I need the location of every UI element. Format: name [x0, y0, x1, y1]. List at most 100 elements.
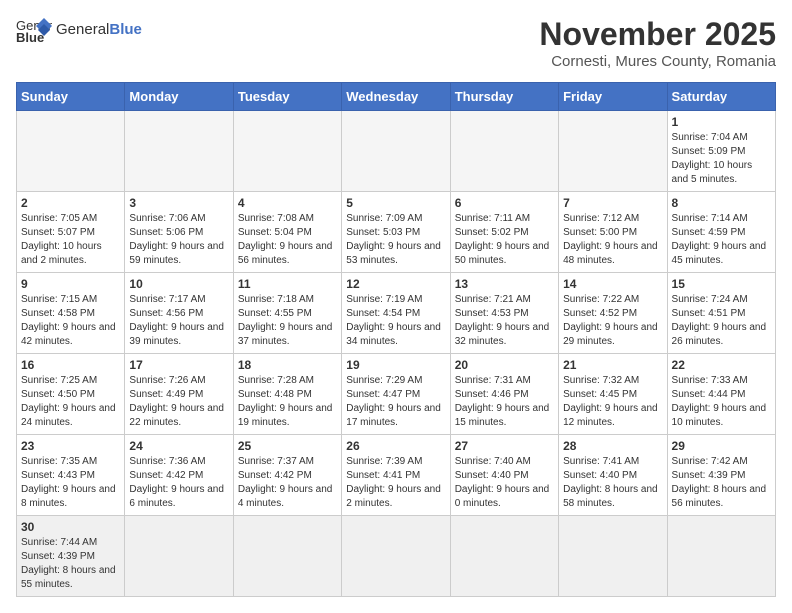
day-info: Sunrise: 7:12 AM Sunset: 5:00 PM Dayligh… [563, 212, 662, 268]
day-number: 8 [672, 196, 771, 210]
location-title: Cornesti, Mures County, Romania [539, 53, 776, 70]
day-number: 4 [238, 196, 337, 210]
day-number: 7 [563, 196, 662, 210]
day-number: 14 [563, 277, 662, 291]
day-number: 17 [129, 358, 228, 372]
day-number: 16 [21, 358, 120, 372]
calendar-day-cell: 1Sunrise: 7:04 AM Sunset: 5:09 PM Daylig… [667, 111, 775, 192]
calendar-day-cell: 4Sunrise: 7:08 AM Sunset: 5:04 PM Daylig… [233, 192, 341, 273]
day-number: 9 [21, 277, 120, 291]
day-info: Sunrise: 7:24 AM Sunset: 4:51 PM Dayligh… [672, 293, 771, 349]
day-info: Sunrise: 7:44 AM Sunset: 4:39 PM Dayligh… [21, 536, 120, 592]
calendar-week-row: 2 Sunrise: 7:05 AM Sunset: 5:07 PM Daylig… [17, 192, 776, 273]
day-info: Sunrise: 7:05 AM Sunset: 5:07 PM Dayligh… [21, 212, 120, 268]
calendar-week-row: 30 Sunrise: 7:44 AM Sunset: 4:39 PM Dayli… [17, 516, 776, 597]
calendar-day-cell: 3Sunrise: 7:06 AM Sunset: 5:06 PM Daylig… [125, 192, 233, 273]
day-number: 6 [455, 196, 554, 210]
calendar-day-cell: 7 Sunrise: 7:12 AM Sunset: 5:00 PM Daylig… [559, 192, 667, 273]
calendar-day-cell: 8Sunrise: 7:14 AM Sunset: 4:59 PM Daylig… [667, 192, 775, 273]
day-number: 13 [455, 277, 554, 291]
weekday-header: Friday [559, 83, 667, 111]
calendar-day-cell: 13 Sunrise: 7:21 AM Sunset: 4:53 PM Dayli… [450, 273, 558, 354]
day-number: 21 [563, 358, 662, 372]
weekday-header: Wednesday [342, 83, 450, 111]
day-number: 12 [346, 277, 445, 291]
day-number: 28 [563, 439, 662, 453]
calendar-day-cell [125, 516, 233, 597]
day-number: 29 [672, 439, 771, 453]
day-number: 22 [672, 358, 771, 372]
day-info: Sunrise: 7:36 AM Sunset: 4:42 PM Dayligh… [129, 455, 228, 511]
day-number: 18 [238, 358, 337, 372]
day-info: Sunrise: 7:09 AM Sunset: 5:03 PM Dayligh… [346, 212, 445, 268]
calendar-day-cell [559, 516, 667, 597]
calendar-week-row: 16Sunrise: 7:25 AM Sunset: 4:50 PM Dayli… [17, 354, 776, 435]
day-number: 25 [238, 439, 337, 453]
day-number: 24 [129, 439, 228, 453]
header: General Blue GeneralBlue November 2025 C… [16, 16, 776, 70]
day-info: Sunrise: 7:18 AM Sunset: 4:55 PM Dayligh… [238, 293, 337, 349]
day-number: 1 [672, 115, 771, 129]
calendar-day-cell [342, 516, 450, 597]
calendar-day-cell: 28 Sunrise: 7:41 AM Sunset: 4:40 PM Dayli… [559, 435, 667, 516]
calendar-day-cell: 18 Sunrise: 7:28 AM Sunset: 4:48 PM Dayli… [233, 354, 341, 435]
logo-svg: General Blue [16, 16, 52, 44]
day-info: Sunrise: 7:19 AM Sunset: 4:54 PM Dayligh… [346, 293, 445, 349]
day-number: 26 [346, 439, 445, 453]
day-number: 10 [129, 277, 228, 291]
day-info: Sunrise: 7:21 AM Sunset: 4:53 PM Dayligh… [455, 293, 554, 349]
month-title: November 2025 [539, 16, 776, 53]
day-info: Sunrise: 7:37 AM Sunset: 4:42 PM Dayligh… [238, 455, 337, 511]
title-area: November 2025 Cornesti, Mures County, Ro… [539, 16, 776, 70]
day-number: 19 [346, 358, 445, 372]
day-number: 30 [21, 520, 120, 534]
calendar-day-cell: 26 Sunrise: 7:39 AM Sunset: 4:41 PM Dayli… [342, 435, 450, 516]
calendar-day-cell: 29Sunrise: 7:42 AM Sunset: 4:39 PM Dayli… [667, 435, 775, 516]
day-info: Sunrise: 7:39 AM Sunset: 4:41 PM Dayligh… [346, 455, 445, 511]
day-info: Sunrise: 7:33 AM Sunset: 4:44 PM Dayligh… [672, 374, 771, 430]
calendar-day-cell [667, 516, 775, 597]
calendar-day-cell: 10Sunrise: 7:17 AM Sunset: 4:56 PM Dayli… [125, 273, 233, 354]
day-info: Sunrise: 7:28 AM Sunset: 4:48 PM Dayligh… [238, 374, 337, 430]
day-info: Sunrise: 7:41 AM Sunset: 4:40 PM Dayligh… [563, 455, 662, 511]
calendar-week-row: 23 Sunrise: 7:35 AM Sunset: 4:43 PM Dayli… [17, 435, 776, 516]
calendar-day-cell: 30 Sunrise: 7:44 AM Sunset: 4:39 PM Dayli… [17, 516, 125, 597]
calendar-day-cell: 24 Sunrise: 7:36 AM Sunset: 4:42 PM Dayli… [125, 435, 233, 516]
calendar-day-cell [450, 516, 558, 597]
calendar-day-cell [450, 111, 558, 192]
day-info: Sunrise: 7:15 AM Sunset: 4:58 PM Dayligh… [21, 293, 120, 349]
calendar-day-cell: 23 Sunrise: 7:35 AM Sunset: 4:43 PM Dayli… [17, 435, 125, 516]
day-number: 23 [21, 439, 120, 453]
day-info: Sunrise: 7:32 AM Sunset: 4:45 PM Dayligh… [563, 374, 662, 430]
calendar-header-row: SundayMondayTuesdayWednesdayThursdayFrid… [17, 83, 776, 111]
calendar-day-cell: 14Sunrise: 7:22 AM Sunset: 4:52 PM Dayli… [559, 273, 667, 354]
calendar-day-cell [125, 111, 233, 192]
calendar-day-cell: 5 Sunrise: 7:09 AM Sunset: 5:03 PM Daylig… [342, 192, 450, 273]
weekday-header: Sunday [17, 83, 125, 111]
calendar-day-cell: 27 Sunrise: 7:40 AM Sunset: 4:40 PM Dayli… [450, 435, 558, 516]
calendar-day-cell: 6Sunrise: 7:11 AM Sunset: 5:02 PM Daylig… [450, 192, 558, 273]
day-info: Sunrise: 7:26 AM Sunset: 4:49 PM Dayligh… [129, 374, 228, 430]
calendar-day-cell [17, 111, 125, 192]
day-info: Sunrise: 7:40 AM Sunset: 4:40 PM Dayligh… [455, 455, 554, 511]
logo-text-regular: General [56, 21, 109, 38]
day-number: 2 [21, 196, 120, 210]
svg-text:Blue: Blue [16, 30, 44, 44]
day-info: Sunrise: 7:35 AM Sunset: 4:43 PM Dayligh… [21, 455, 120, 511]
calendar: SundayMondayTuesdayWednesdayThursdayFrid… [16, 82, 776, 597]
logo-text-bold: Blue [109, 21, 142, 38]
calendar-day-cell: 2 Sunrise: 7:05 AM Sunset: 5:07 PM Daylig… [17, 192, 125, 273]
calendar-day-cell: 11Sunrise: 7:18 AM Sunset: 4:55 PM Dayli… [233, 273, 341, 354]
day-number: 3 [129, 196, 228, 210]
calendar-day-cell: 22 Sunrise: 7:33 AM Sunset: 4:44 PM Dayli… [667, 354, 775, 435]
day-number: 20 [455, 358, 554, 372]
calendar-day-cell [233, 516, 341, 597]
day-number: 27 [455, 439, 554, 453]
day-number: 15 [672, 277, 771, 291]
calendar-day-cell [559, 111, 667, 192]
day-number: 5 [346, 196, 445, 210]
calendar-day-cell [342, 111, 450, 192]
day-info: Sunrise: 7:31 AM Sunset: 4:46 PM Dayligh… [455, 374, 554, 430]
weekday-header: Thursday [450, 83, 558, 111]
calendar-day-cell: 16Sunrise: 7:25 AM Sunset: 4:50 PM Dayli… [17, 354, 125, 435]
